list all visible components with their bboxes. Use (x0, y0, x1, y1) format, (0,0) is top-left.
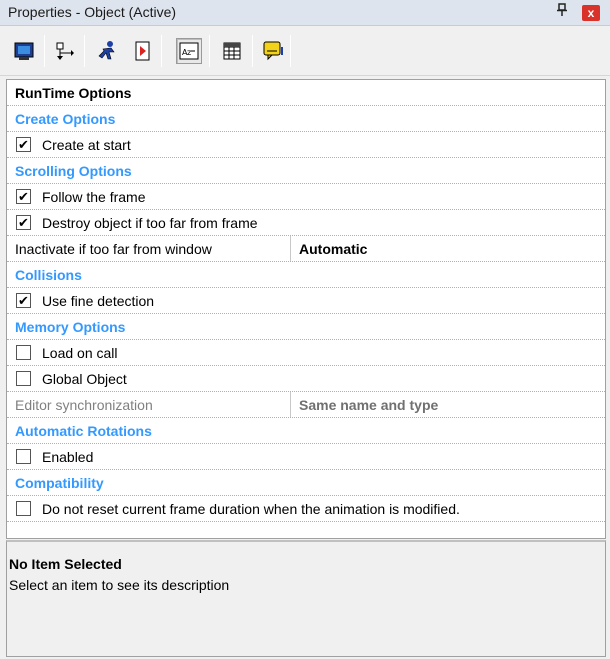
rotations-enabled-label: Enabled (42, 448, 94, 465)
global-object-row[interactable]: Global Object (7, 366, 605, 392)
no-reset-checkbox[interactable] (16, 501, 31, 516)
load-on-call-label: Load on call (42, 344, 118, 361)
rotations-enabled-checkbox[interactable] (16, 449, 31, 464)
load-on-call-checkbox[interactable] (16, 345, 31, 360)
runtime-options-header: RunTime Options (15, 84, 132, 101)
global-object-checkbox[interactable] (16, 371, 31, 386)
category-create-options[interactable]: Create Options (7, 106, 605, 132)
load-on-call-row[interactable]: Load on call (7, 340, 605, 366)
section-header: RunTime Options (7, 80, 605, 106)
column-divider[interactable] (290, 236, 291, 261)
display-icon (14, 42, 34, 60)
no-reset-label: Do not reset current frame duration when… (42, 500, 460, 517)
grid-view-button[interactable] (219, 38, 245, 64)
svg-text:z: z (187, 48, 191, 57)
size-position-icon (56, 42, 74, 60)
inactivate-label: Inactivate if too far from window (15, 240, 212, 257)
movement-button[interactable] (95, 38, 121, 64)
editor-sync-value[interactable]: Same name and type (299, 397, 438, 413)
category-automatic-rotations[interactable]: Automatic Rotations (7, 418, 605, 444)
follow-frame-row[interactable]: ✔ Follow the frame (7, 184, 605, 210)
destroy-far-row[interactable]: ✔ Destroy object if too far from frame (7, 210, 605, 236)
size-position-button[interactable] (52, 38, 78, 64)
fine-detection-label: Use fine detection (42, 292, 155, 309)
create-at-start-label: Create at start (42, 136, 131, 153)
sort-az-icon: Az (179, 42, 199, 60)
create-at-start-checkbox[interactable]: ✔ (16, 137, 31, 152)
category-compatibility[interactable]: Compatibility (7, 470, 605, 496)
category-label: Automatic Rotations (15, 422, 152, 439)
category-memory-options[interactable]: Memory Options (7, 314, 605, 340)
editor-sync-row[interactable]: Editor synchronization Same name and typ… (7, 392, 605, 418)
column-divider[interactable] (290, 392, 291, 417)
category-label: Create Options (15, 110, 116, 127)
create-at-start-row[interactable]: ✔ Create at start (7, 132, 605, 158)
description-panel: No Item Selected Select an item to see i… (6, 540, 606, 657)
description-text: Select an item to see its description (9, 577, 230, 593)
properties-toolbar: Az (0, 27, 610, 76)
global-object-label: Global Object (42, 370, 127, 387)
about-button[interactable] (261, 38, 287, 64)
property-grid: RunTime Options Create Options ✔ Create … (6, 79, 606, 539)
category-label: Scrolling Options (15, 162, 132, 179)
about-icon (263, 41, 283, 61)
pin-icon[interactable] (554, 3, 570, 21)
destroy-far-label: Destroy object if too far from frame (42, 214, 258, 231)
category-label: Collisions (15, 266, 82, 283)
follow-frame-checkbox[interactable]: ✔ (16, 189, 31, 204)
grid-view-icon (223, 42, 241, 60)
inactivate-row[interactable]: Inactivate if too far from window Automa… (7, 236, 605, 262)
inactivate-value[interactable]: Automatic (299, 241, 367, 257)
editor-sync-label: Editor synchronization (15, 396, 153, 413)
category-label: Memory Options (15, 318, 126, 335)
description-title: No Item Selected (9, 556, 122, 572)
no-reset-row[interactable]: Do not reset current frame duration when… (7, 496, 605, 522)
movement-icon (98, 41, 115, 60)
runtime-options-button[interactable] (130, 38, 156, 64)
close-button[interactable]: x (582, 5, 600, 21)
panel-title: Properties - Object (Active) (8, 4, 177, 20)
runtime-options-icon (135, 41, 150, 61)
panel-titlebar: Properties - Object (Active) x (0, 0, 610, 26)
fine-detection-checkbox[interactable]: ✔ (16, 293, 31, 308)
fine-detection-row[interactable]: ✔ Use fine detection (7, 288, 605, 314)
category-collisions[interactable]: Collisions (7, 262, 605, 288)
follow-frame-label: Follow the frame (42, 188, 146, 205)
category-label: Compatibility (15, 474, 104, 491)
destroy-far-checkbox[interactable]: ✔ (16, 215, 31, 230)
rotations-enabled-row[interactable]: Enabled (7, 444, 605, 470)
sort-az-button[interactable]: Az (176, 38, 202, 64)
category-scrolling-options[interactable]: Scrolling Options (7, 158, 605, 184)
display-button[interactable] (11, 38, 37, 64)
